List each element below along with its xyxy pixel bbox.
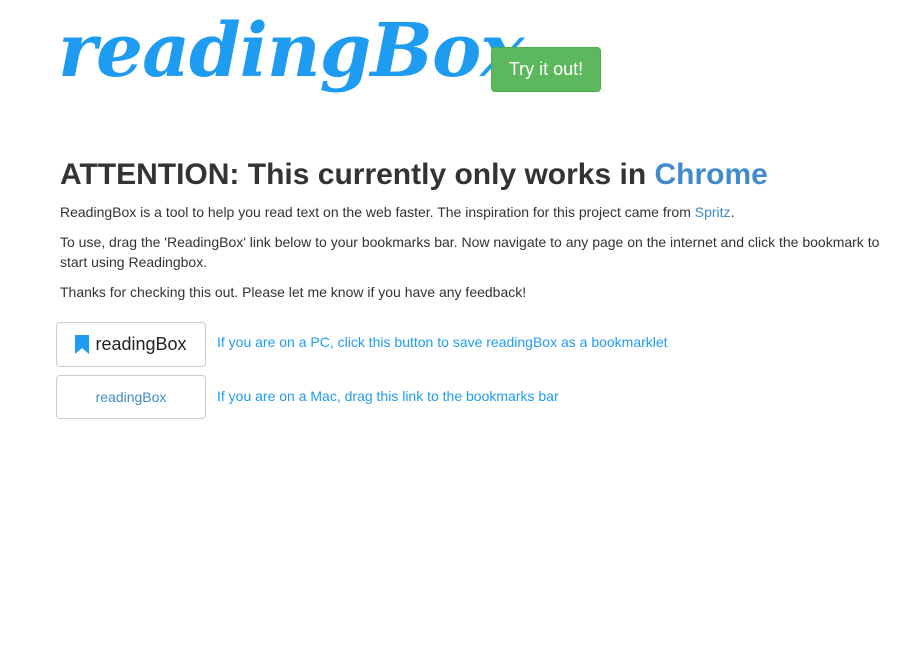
chrome-link[interactable]: Chrome bbox=[655, 158, 768, 191]
try-it-out-button[interactable]: Try it out! bbox=[491, 47, 601, 92]
intro-paragraph: ReadingBox is a tool to help you read te… bbox=[60, 202, 734, 222]
page: readingBox Try it out! ATTENTION: This c… bbox=[0, 0, 900, 650]
bookmark-icon bbox=[75, 335, 90, 354]
usage-paragraph: To use, drag the 'ReadingBox' link below… bbox=[60, 234, 880, 270]
attention-heading-text: ATTENTION: This currently only works in bbox=[60, 158, 655, 191]
intro-text: ReadingBox is a tool to help you read te… bbox=[60, 204, 695, 220]
pc-bookmarklet-hint-link[interactable]: If you are on a PC, click this button to… bbox=[217, 334, 668, 350]
thanks-paragraph: Thanks for checking this out. Please let… bbox=[60, 284, 527, 300]
mac-bookmarklet-link[interactable]: readingBox bbox=[56, 375, 206, 419]
intro-suffix: . bbox=[730, 204, 735, 220]
mac-bookmarklet-hint-link[interactable]: If you are on a Mac, drag this link to t… bbox=[217, 388, 559, 404]
attention-heading: ATTENTION: This currently only works in … bbox=[60, 156, 768, 194]
pc-bookmarklet-button[interactable]: readingBox bbox=[56, 322, 206, 367]
pc-bookmarklet-label: readingBox bbox=[95, 334, 187, 354]
logo: readingBox bbox=[58, 8, 524, 94]
spritz-link[interactable]: Spritz bbox=[695, 204, 731, 220]
